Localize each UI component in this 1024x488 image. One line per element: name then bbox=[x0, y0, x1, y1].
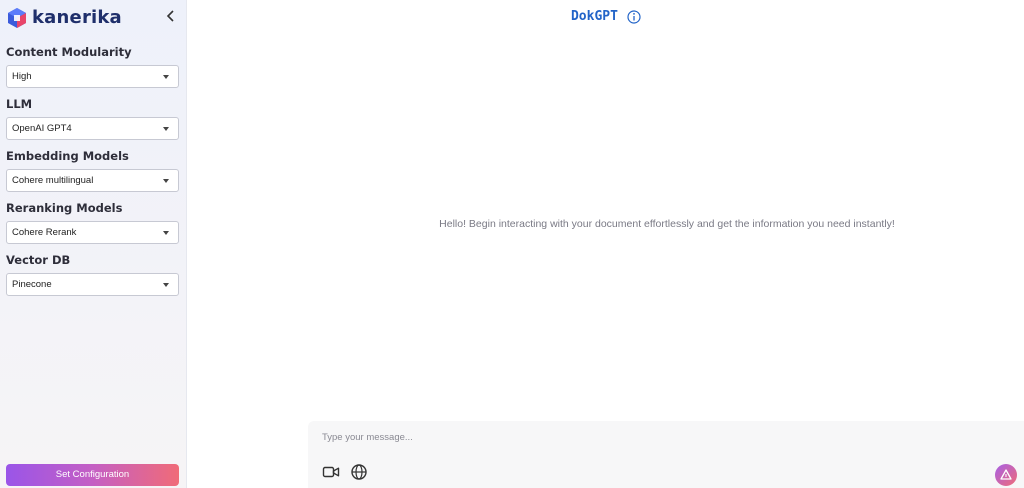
embedding-models-select[interactable]: Cohere multilingual bbox=[6, 169, 179, 192]
caret-down-icon bbox=[163, 75, 169, 79]
page-title: DokGPT bbox=[570, 8, 618, 24]
vector-db-select[interactable]: Pinecone bbox=[6, 273, 179, 296]
field-label: Vector DB bbox=[6, 253, 71, 267]
chat-header: DokGPT bbox=[188, 6, 1024, 26]
caret-down-icon bbox=[163, 283, 169, 287]
field-llm: LLM OpenAI GPT4 bbox=[6, 96, 179, 140]
message-input[interactable] bbox=[308, 421, 1024, 451]
set-configuration-button[interactable]: Set Configuration bbox=[6, 464, 179, 486]
field-label: LLM bbox=[6, 97, 33, 111]
message-composer bbox=[308, 421, 1024, 488]
field-label: Embedding Models bbox=[6, 149, 129, 163]
send-icon[interactable] bbox=[995, 464, 1017, 486]
field-content-modularity: Content Modularity High bbox=[6, 44, 179, 88]
chevron-left-icon[interactable] bbox=[164, 9, 178, 27]
kanerika-logo-icon bbox=[8, 8, 26, 28]
field-embedding-models: Embedding Models Cohere multilingual bbox=[6, 148, 179, 192]
select-value: OpenAI GPT4 bbox=[12, 123, 72, 134]
select-value: Cohere Rerank bbox=[12, 227, 77, 238]
caret-down-icon bbox=[163, 127, 169, 131]
reranking-models-select[interactable]: Cohere Rerank bbox=[6, 221, 179, 244]
select-value: Pinecone bbox=[12, 279, 52, 290]
field-label: Reranking Models bbox=[6, 201, 123, 215]
field-label: Content Modularity bbox=[6, 45, 132, 59]
field-vector-db: Vector DB Pinecone bbox=[6, 252, 179, 296]
app-window: kanerika Content Modularity High LLM Ope… bbox=[0, 0, 1024, 488]
video-camera-icon[interactable] bbox=[322, 463, 340, 481]
brand-name: kanerika bbox=[32, 7, 122, 28]
brand-header: kanerika bbox=[6, 6, 182, 30]
llm-select[interactable]: OpenAI GPT4 bbox=[6, 117, 179, 140]
welcome-message: Hello! Begin interacting with your docum… bbox=[439, 218, 895, 230]
globe-icon[interactable] bbox=[350, 463, 368, 481]
field-reranking-models: Reranking Models Cohere Rerank bbox=[6, 200, 179, 244]
info-circle-icon[interactable] bbox=[627, 9, 641, 24]
select-value: High bbox=[12, 71, 32, 82]
caret-down-icon bbox=[163, 179, 169, 183]
config-sidebar: kanerika Content Modularity High LLM Ope… bbox=[0, 0, 187, 488]
select-value: Cohere multilingual bbox=[12, 175, 94, 186]
caret-down-icon bbox=[163, 231, 169, 235]
content-modularity-select[interactable]: High bbox=[6, 65, 179, 88]
